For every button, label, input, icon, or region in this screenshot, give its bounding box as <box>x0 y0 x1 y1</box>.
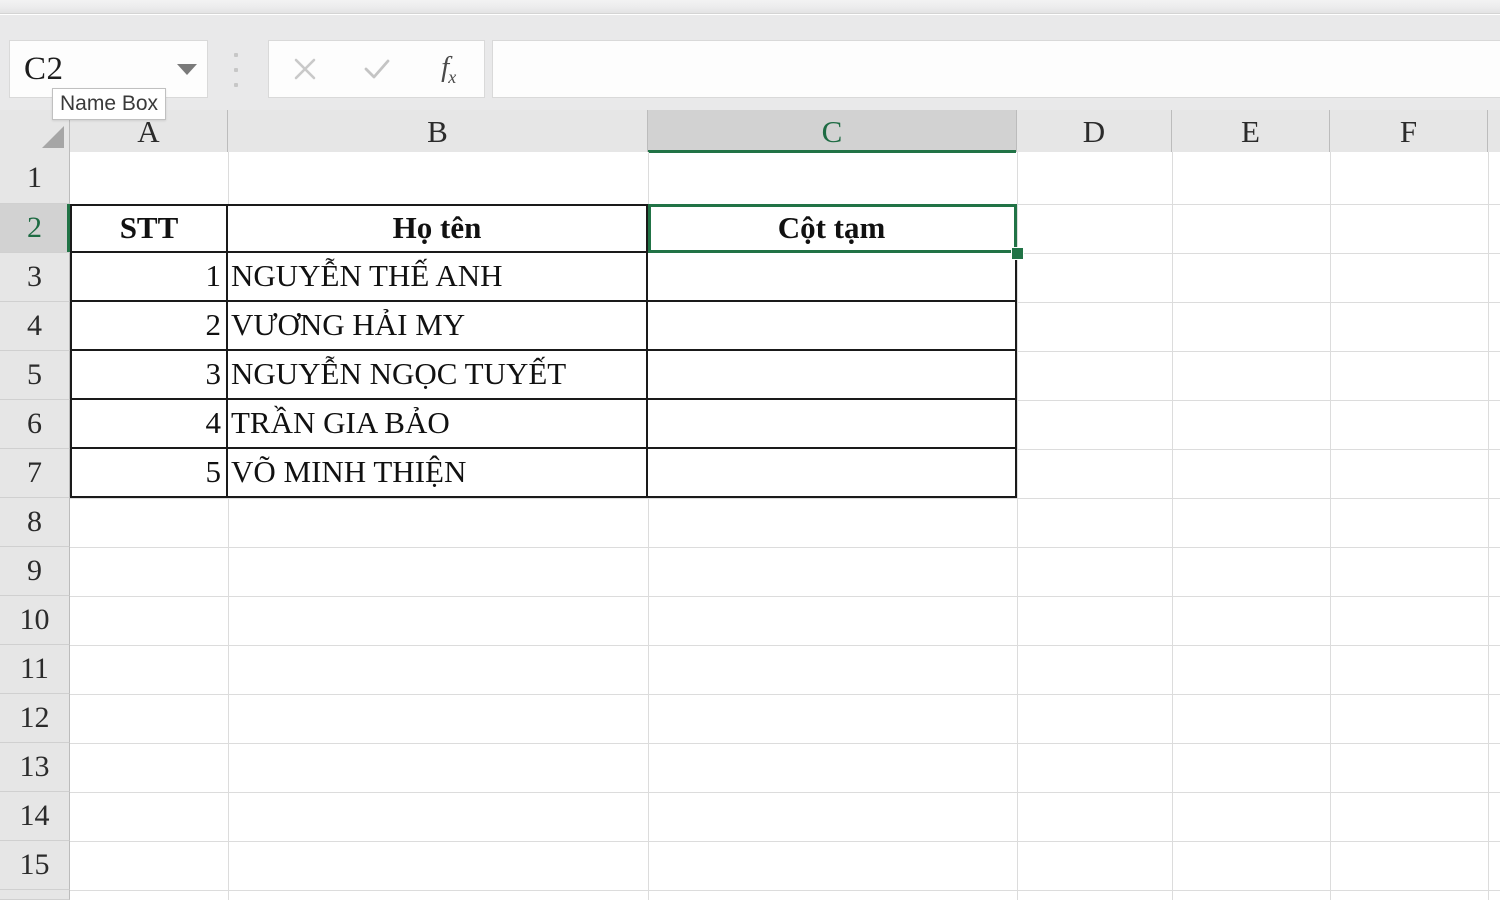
fill-handle[interactable] <box>1011 247 1024 260</box>
row-header-12[interactable]: 12 <box>0 694 70 743</box>
gridline-horizontal <box>70 694 1500 695</box>
column-header-c[interactable]: C <box>648 110 1017 152</box>
column-header-d[interactable]: D <box>1017 110 1172 152</box>
gridline-horizontal <box>70 792 1500 793</box>
ribbon-bottom-edge <box>0 0 1500 14</box>
gridline-horizontal <box>70 498 1500 499</box>
column-header-b[interactable]: B <box>228 110 648 152</box>
gridline-horizontal <box>70 645 1500 646</box>
row-header-5[interactable]: 5 <box>0 351 70 400</box>
row-header-14[interactable]: 14 <box>0 792 70 841</box>
gridline-vertical <box>1488 152 1489 900</box>
row-header-6[interactable]: 6 <box>0 400 70 449</box>
insert-function-icon[interactable]: fx <box>412 41 484 97</box>
row-header-8[interactable]: 8 <box>0 498 70 547</box>
row-header-3[interactable]: 3 <box>0 253 70 302</box>
row-header-1[interactable]: 1 <box>0 152 70 204</box>
gridline-horizontal <box>70 890 1500 891</box>
worksheet-grid: ABCDEF 123456789101112131415 STTHọ tênCộ… <box>0 110 1500 900</box>
table-cell-stt[interactable]: 2 <box>70 302 228 351</box>
table-cell-name[interactable]: TRẦN GIA BẢO <box>228 400 648 449</box>
table-cell-name[interactable]: NGUYỄN THẾ ANH <box>228 253 648 302</box>
row-header-11[interactable]: 11 <box>0 645 70 694</box>
gridline-vertical <box>1017 152 1018 900</box>
row-header-13[interactable]: 13 <box>0 743 70 792</box>
table-cell-name[interactable]: NGUYỄN NGỌC TUYẾT <box>228 351 648 400</box>
table-cell-temp[interactable] <box>648 351 1017 400</box>
name-box-value: C2 <box>10 53 167 86</box>
row-header-partial[interactable] <box>0 890 70 900</box>
formula-bar-strip: C2 fx <box>0 15 1500 110</box>
chevron-down-icon[interactable] <box>167 41 207 97</box>
gridline-horizontal <box>70 596 1500 597</box>
name-box-tooltip: Name Box <box>52 88 166 120</box>
row-header-7[interactable]: 7 <box>0 449 70 498</box>
gridline-vertical <box>1172 152 1173 900</box>
column-header-e[interactable]: E <box>1172 110 1330 152</box>
row-header-10[interactable]: 10 <box>0 596 70 645</box>
enter-icon[interactable] <box>341 41 413 97</box>
table-cell-name[interactable]: VƯƠNG HẢI MY <box>228 302 648 351</box>
excel-worksheet-window: C2 fx Name Box <box>0 0 1500 900</box>
row-header-15[interactable]: 15 <box>0 841 70 890</box>
formula-input[interactable] <box>492 40 1500 98</box>
table-cell-name[interactable]: VÕ MINH THIỆN <box>228 449 648 498</box>
row-header-9[interactable]: 9 <box>0 547 70 596</box>
table-cell-stt[interactable]: 1 <box>70 253 228 302</box>
table-cell-stt[interactable]: 3 <box>70 351 228 400</box>
table-cell-temp[interactable] <box>648 253 1017 302</box>
table-header-cell[interactable]: STT <box>70 204 228 253</box>
formula-bar-buttons: fx <box>268 40 485 98</box>
table-cell-temp[interactable] <box>648 400 1017 449</box>
column-header-partial[interactable] <box>1488 110 1500 152</box>
formula-bar-grip-icon <box>232 53 240 87</box>
gridline-vertical <box>1330 152 1331 900</box>
table-cell-stt[interactable]: 5 <box>70 449 228 498</box>
table-header-cell[interactable]: Họ tên <box>228 204 648 253</box>
gridline-horizontal <box>70 547 1500 548</box>
table-header-cell[interactable]: Cột tạm <box>648 204 1017 253</box>
row-header-2[interactable]: 2 <box>0 204 70 253</box>
table-cell-stt[interactable]: 4 <box>70 400 228 449</box>
column-header-f[interactable]: F <box>1330 110 1488 152</box>
table-cell-temp[interactable] <box>648 449 1017 498</box>
table-cell-temp[interactable] <box>648 302 1017 351</box>
gridline-horizontal <box>70 841 1500 842</box>
cancel-icon[interactable] <box>269 41 341 97</box>
gridline-horizontal <box>70 743 1500 744</box>
row-header-4[interactable]: 4 <box>0 302 70 351</box>
